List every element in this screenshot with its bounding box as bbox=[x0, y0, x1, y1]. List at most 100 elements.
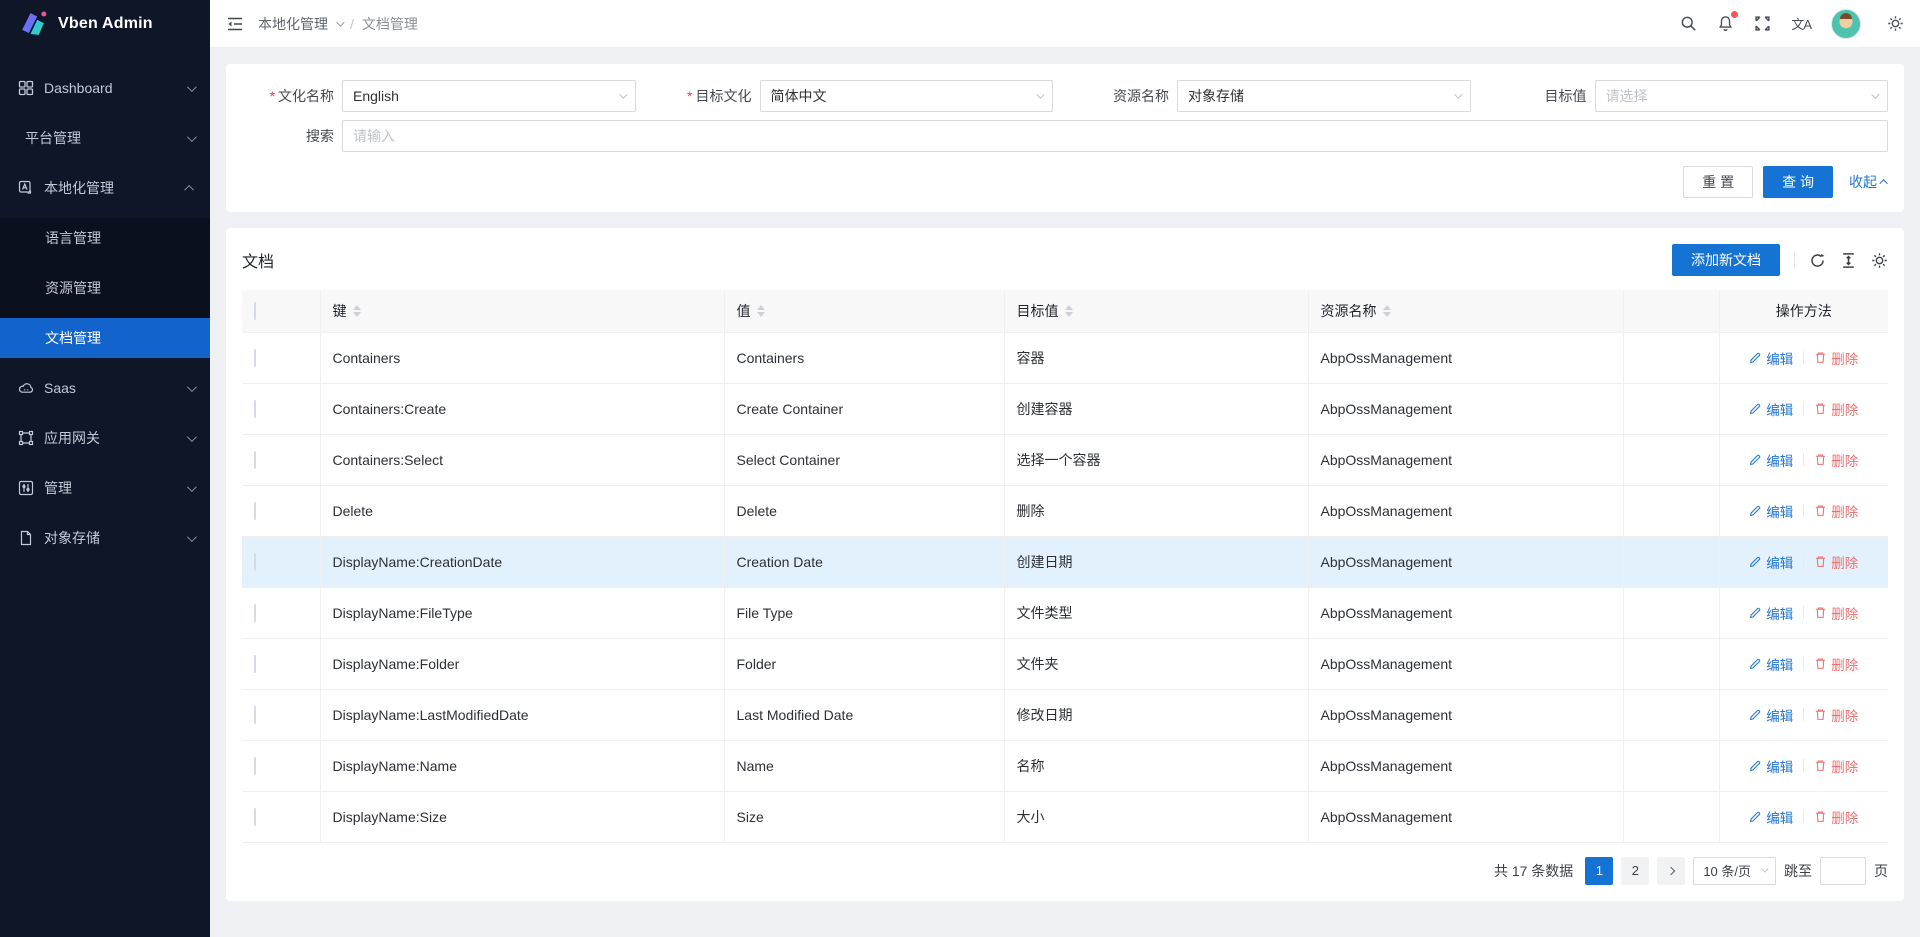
delete-link[interactable]: 删除 bbox=[1814, 450, 1858, 470]
table-row[interactable]: DisplayName:LastModifiedDate Last Modifi… bbox=[242, 689, 1888, 740]
table-row[interactable]: DisplayName:Size Size 大小 AbpOssManagemen… bbox=[242, 791, 1888, 842]
page-button-1[interactable]: 1 bbox=[1585, 857, 1613, 885]
sidebar-item-language-management[interactable]: 语言管理 bbox=[0, 218, 210, 258]
edit-link[interactable]: 编辑 bbox=[1749, 654, 1793, 674]
sidebar-item-management[interactable]: 管理 bbox=[0, 468, 210, 508]
table-row[interactable]: Containers Containers 容器 AbpOssManagemen… bbox=[242, 332, 1888, 383]
delete-link[interactable]: 删除 bbox=[1814, 807, 1858, 827]
column-header-key[interactable]: 键 bbox=[320, 290, 724, 332]
edit-link[interactable]: 编辑 bbox=[1749, 399, 1793, 419]
row-checkbox[interactable] bbox=[254, 604, 256, 622]
edit-link[interactable]: 编辑 bbox=[1749, 756, 1793, 776]
reset-button[interactable]: 重 置 bbox=[1683, 166, 1753, 198]
edit-link[interactable]: 编辑 bbox=[1749, 552, 1793, 572]
chevron-down-icon bbox=[336, 18, 344, 26]
action-divider bbox=[1803, 606, 1804, 619]
row-checkbox[interactable] bbox=[254, 655, 256, 673]
translate-icon[interactable]: 文A bbox=[1791, 14, 1811, 33]
delete-link[interactable]: 删除 bbox=[1814, 756, 1858, 776]
edit-link[interactable]: 编辑 bbox=[1749, 450, 1793, 470]
search-input[interactable] bbox=[342, 120, 1888, 152]
sort-icon[interactable] bbox=[1383, 305, 1391, 317]
add-document-button[interactable]: 添加新文档 bbox=[1672, 244, 1780, 276]
target-value-select[interactable]: 请选择 bbox=[1595, 80, 1889, 112]
notification-bell-icon[interactable] bbox=[1717, 15, 1734, 32]
row-checkbox[interactable] bbox=[254, 400, 256, 418]
sort-icon[interactable] bbox=[1065, 305, 1073, 317]
row-checkbox[interactable] bbox=[254, 706, 256, 724]
search-icon[interactable] bbox=[1680, 15, 1697, 32]
cell-target: 文件类型 bbox=[1004, 587, 1308, 638]
sidebar-item-localization[interactable]: 本地化管理 bbox=[0, 168, 210, 208]
edit-link[interactable]: 编辑 bbox=[1749, 501, 1793, 521]
table-row[interactable]: DisplayName:Name Name 名称 AbpOssManagemen… bbox=[242, 740, 1888, 791]
cell-target: 文件夹 bbox=[1004, 638, 1308, 689]
collapse-filter-link[interactable]: 收起 bbox=[1849, 172, 1888, 192]
app-title: Vben Admin bbox=[58, 15, 153, 33]
sidebar-item-saas[interactable]: Saas bbox=[0, 368, 210, 408]
gateway-icon bbox=[18, 430, 34, 446]
avatar[interactable] bbox=[1831, 9, 1861, 39]
row-checkbox-cell bbox=[242, 638, 320, 689]
table-row[interactable]: DisplayName:Folder Folder 文件夹 AbpOssMana… bbox=[242, 638, 1888, 689]
cell-value: Creation Date bbox=[724, 536, 1004, 587]
query-button[interactable]: 查 询 bbox=[1763, 166, 1833, 198]
table-row[interactable]: DisplayName:FileType File Type 文件类型 AbpO… bbox=[242, 587, 1888, 638]
delete-link[interactable]: 删除 bbox=[1814, 552, 1858, 572]
collapse-sidebar-icon[interactable] bbox=[226, 15, 244, 33]
target-culture-select[interactable]: 简体中文 bbox=[760, 80, 1054, 112]
row-checkbox[interactable] bbox=[254, 553, 256, 571]
sort-icon[interactable] bbox=[757, 305, 765, 317]
breadcrumb-parent[interactable]: 本地化管理 bbox=[258, 14, 328, 34]
row-checkbox[interactable] bbox=[254, 808, 256, 826]
sort-icon[interactable] bbox=[353, 305, 361, 317]
row-checkbox[interactable] bbox=[254, 451, 256, 469]
delete-link[interactable]: 删除 bbox=[1814, 348, 1858, 368]
delete-link[interactable]: 删除 bbox=[1814, 705, 1858, 725]
sidebar-item-document-management[interactable]: 文档管理 bbox=[0, 318, 210, 358]
edit-link[interactable]: 编辑 bbox=[1749, 348, 1793, 368]
gear-icon[interactable] bbox=[1887, 15, 1904, 32]
column-header-target[interactable]: 目标值 bbox=[1004, 290, 1308, 332]
filter-actions: 重 置 查 询 收起 bbox=[242, 166, 1888, 198]
sidebar-item-platform[interactable]: 平台管理 bbox=[0, 118, 210, 158]
delete-link[interactable]: 删除 bbox=[1814, 603, 1858, 623]
sidebar-item-gateway[interactable]: 应用网关 bbox=[0, 418, 210, 458]
row-checkbox[interactable] bbox=[254, 757, 256, 775]
refresh-icon[interactable] bbox=[1809, 252, 1826, 269]
resource-select[interactable]: 对象存储 bbox=[1177, 80, 1471, 112]
column-header-resource[interactable]: 资源名称 bbox=[1308, 290, 1623, 332]
logo[interactable]: Vben Admin bbox=[0, 0, 210, 48]
sidebar: Vben Admin Dashboard 平台管理 本地化管理 bbox=[0, 0, 210, 937]
table-row[interactable]: DisplayName:CreationDate Creation Date 创… bbox=[242, 536, 1888, 587]
edit-link[interactable]: 编辑 bbox=[1749, 807, 1793, 827]
row-height-icon[interactable] bbox=[1840, 252, 1857, 269]
table-row[interactable]: Containers:Create Create Container 创建容器 … bbox=[242, 383, 1888, 434]
row-checkbox[interactable] bbox=[254, 349, 256, 367]
column-header-value[interactable]: 值 bbox=[724, 290, 1004, 332]
next-page-button[interactable] bbox=[1657, 857, 1685, 885]
delete-link[interactable]: 删除 bbox=[1814, 501, 1858, 521]
table-settings-gear-icon[interactable] bbox=[1871, 252, 1888, 269]
select-all-checkbox[interactable] bbox=[254, 302, 256, 320]
edit-link[interactable]: 编辑 bbox=[1749, 705, 1793, 725]
edit-link[interactable]: 编辑 bbox=[1749, 603, 1793, 623]
cell-key: DisplayName:LastModifiedDate bbox=[320, 689, 724, 740]
pencil-icon bbox=[1749, 657, 1762, 670]
fullscreen-icon[interactable] bbox=[1754, 15, 1771, 32]
delete-link[interactable]: 删除 bbox=[1814, 399, 1858, 419]
cell-target: 容器 bbox=[1004, 332, 1308, 383]
page-button-2[interactable]: 2 bbox=[1621, 857, 1649, 885]
delete-link[interactable]: 删除 bbox=[1814, 654, 1858, 674]
page-size-select[interactable]: 10 条/页 bbox=[1693, 857, 1776, 885]
localization-submenu: 语言管理 资源管理 文档管理 bbox=[0, 218, 210, 358]
culture-select[interactable]: English bbox=[342, 80, 636, 112]
sidebar-item-resource-management[interactable]: 资源管理 bbox=[0, 268, 210, 308]
sidebar-item-object-storage[interactable]: 对象存储 bbox=[0, 518, 210, 558]
documents-table: 键 值 目标值 资源名称 bbox=[242, 290, 1888, 843]
table-row[interactable]: Delete Delete 删除 AbpOssManagement 编辑 bbox=[242, 485, 1888, 536]
sidebar-item-dashboard[interactable]: Dashboard bbox=[0, 68, 210, 108]
table-row[interactable]: Containers:Select Select Container 选择一个容… bbox=[242, 434, 1888, 485]
row-checkbox[interactable] bbox=[254, 502, 256, 520]
jump-page-input[interactable] bbox=[1820, 857, 1866, 885]
